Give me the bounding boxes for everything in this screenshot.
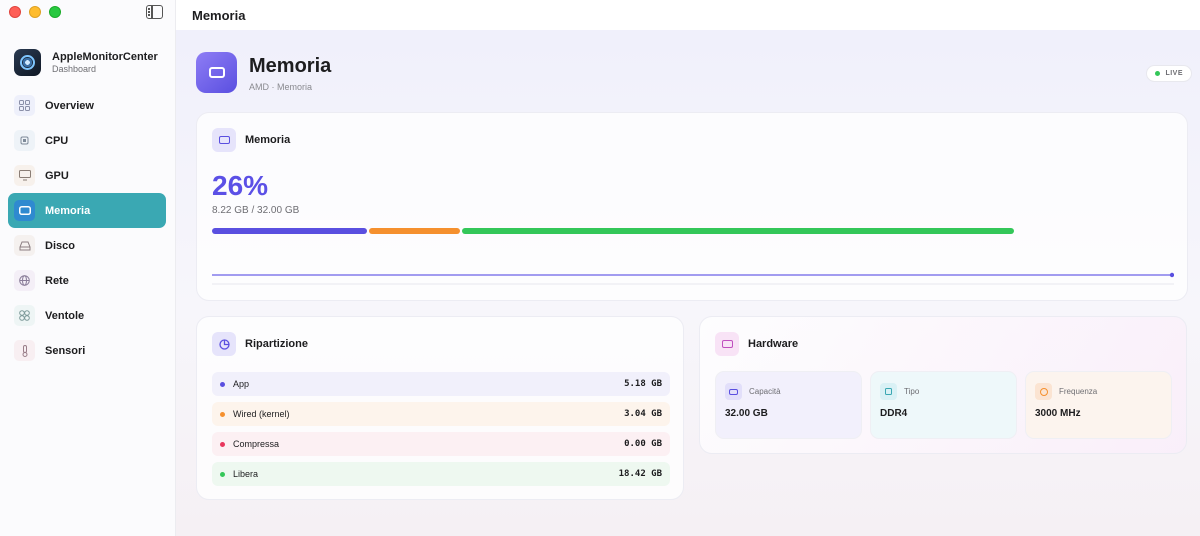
legend-dot (220, 381, 225, 387)
fan-icon (14, 305, 35, 326)
window-controls (9, 6, 61, 18)
live-label: LIVE (1165, 70, 1183, 77)
display-icon (14, 165, 35, 186)
tile-header: Capacità (725, 383, 781, 400)
breakdown-card: Ripartizione App 5.18 GB Wired (kernel) … (196, 316, 684, 500)
sidebar-item-overview[interactable]: Overview (8, 88, 166, 123)
usage-bar-wired (369, 228, 460, 234)
cpu-icon (14, 130, 35, 151)
page-title: Memoria (249, 55, 332, 77)
hardware-tile-type: Tipo DDR4 (870, 371, 1017, 439)
usage-bar-free (462, 228, 1014, 234)
sidebar-item-label: Ventole (45, 309, 85, 322)
hardware-tile-capacity: Capacità 32.00 GB (715, 371, 862, 439)
legend-dot (220, 441, 225, 447)
breakdown-row-free: Libera 18.42 GB (212, 462, 670, 486)
tile-value: 32.00 GB (725, 408, 768, 419)
memory-icon (725, 383, 742, 400)
app-name: AppleMonitorCenter (52, 50, 158, 63)
close-window-button[interactable] (9, 6, 21, 18)
row-value: 18.42 GB (618, 469, 662, 479)
grid-icon (14, 95, 35, 116)
tile-header: Tipo (880, 383, 919, 400)
card-header: Hardware (715, 332, 798, 356)
memory-chip-icon (196, 52, 237, 93)
memory-usage-text: 8.22 GB / 32.00 GB (212, 205, 300, 216)
sidebar-item-label: Memoria (45, 204, 91, 217)
row-value: 0.00 GB (624, 439, 662, 449)
app-logo-icon (14, 49, 41, 76)
breakdown-row-wired: Wired (kernel) 3.04 GB (212, 402, 670, 426)
sidebar-item-label: Disco (45, 239, 75, 252)
tile-label: Capacità (749, 387, 781, 396)
sidebar-item-label: GPU (45, 169, 69, 182)
window-title: Memoria (176, 0, 1200, 30)
memory-icon (212, 128, 236, 152)
sidebar-item-ventole[interactable]: Ventole (8, 298, 166, 333)
disk-icon (14, 235, 35, 256)
tile-label: Frequenza (1059, 387, 1098, 396)
sidebar-item-label: CPU (45, 134, 69, 147)
tile-value: 3000 MHz (1035, 408, 1081, 419)
card-title: Memoria (245, 134, 291, 146)
legend-dot (220, 471, 225, 477)
live-dot-icon (1155, 71, 1161, 76)
hardware-tile-frequency: Frequenza 3000 MHz (1025, 371, 1172, 439)
sidebar-item-disco[interactable]: Disco (8, 228, 166, 263)
thermometer-icon (14, 340, 35, 361)
tile-value: DDR4 (880, 408, 908, 419)
sidebar-toggle-icon[interactable] (146, 5, 163, 19)
memory-history-graph (212, 272, 1174, 285)
breakdown-row-app: App 5.18 GB (212, 372, 670, 396)
memory-icon (715, 332, 739, 356)
card-header: Ripartizione (212, 332, 308, 356)
zoom-window-button[interactable] (49, 6, 61, 18)
tile-label: Tipo (904, 387, 920, 396)
row-label: Wired (kernel) (233, 409, 290, 419)
card-title: Ripartizione (245, 338, 308, 350)
row-label: Libera (233, 469, 259, 479)
memory-usage-card: Memoria 26% 8.22 GB / 32.00 GB (196, 112, 1188, 301)
minimize-window-button[interactable] (29, 6, 41, 18)
card-header: Memoria (212, 128, 290, 152)
memory-percent: 26% (212, 170, 269, 201)
sidebar-item-label: Overview (45, 99, 94, 112)
main-content: Memoria AMD · Memoria LIVE Memoria 26% 8… (176, 30, 1200, 536)
sidebar-item-gpu[interactable]: GPU (8, 158, 166, 193)
sidebar-item-rete[interactable]: Rete (8, 263, 166, 298)
row-value: 3.04 GB (624, 409, 662, 419)
page-subtitle: AMD · Memoria (249, 82, 313, 92)
globe-icon (14, 270, 35, 291)
sidebar-nav: Overview CPU GPU Memoria Disco Rete Vent… (8, 88, 166, 368)
app-subtitle: Dashboard (52, 63, 97, 74)
pie-chart-icon (212, 332, 236, 356)
sidebar-item-label: Rete (45, 274, 69, 287)
row-label: Compressa (233, 439, 280, 449)
tile-header: Frequenza (1035, 383, 1097, 400)
usage-bar-app (212, 228, 367, 234)
app-brand: AppleMonitorCenter Dashboard (14, 49, 158, 76)
memory-icon (14, 200, 35, 221)
clock-icon (1035, 383, 1052, 400)
history-endpoint (1169, 272, 1174, 278)
breakdown-row-compressed: Compressa 0.00 GB (212, 432, 670, 456)
sidebar-item-cpu[interactable]: CPU (8, 123, 166, 158)
card-title: Hardware (748, 338, 799, 350)
sidebar-item-memoria[interactable]: Memoria (8, 193, 166, 228)
sidebar-item-sensori[interactable]: Sensori (8, 333, 166, 368)
hardware-card: Hardware Capacità 32.00 GB Tipo DDR4 Fre… (699, 316, 1187, 454)
sidebar-item-label: Sensori (45, 344, 86, 357)
legend-dot (220, 411, 225, 417)
row-label: App (233, 379, 250, 389)
row-value: 5.18 GB (624, 379, 662, 389)
cpu-icon (880, 383, 897, 400)
live-badge: LIVE (1146, 65, 1192, 82)
sidebar: AppleMonitorCenter Dashboard Overview CP… (0, 0, 176, 536)
